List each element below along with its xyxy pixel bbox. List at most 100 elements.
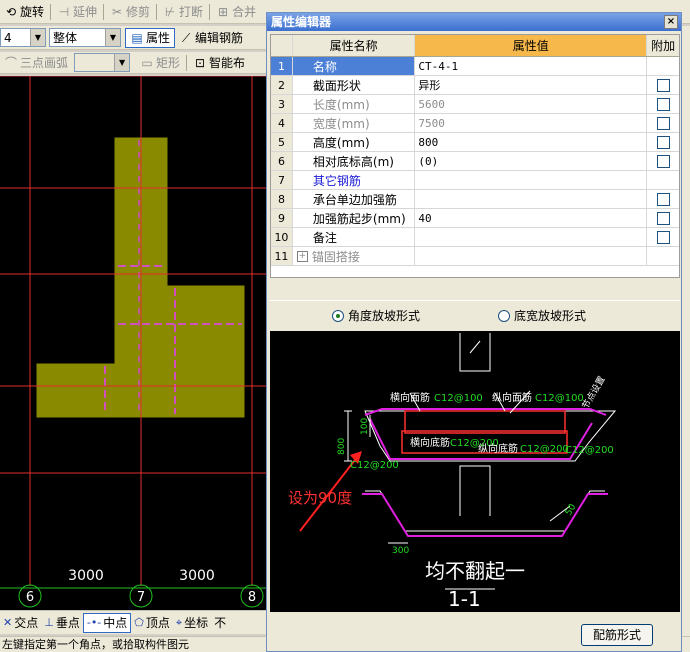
rebar-config-button[interactable]: 配筋形式	[581, 624, 653, 646]
break-button[interactable]: ⊬ 打断	[159, 2, 207, 22]
extend-icon: ⊣	[58, 4, 70, 19]
extra-checkbox[interactable]	[656, 135, 670, 149]
floor-combo[interactable]: 4 ▼	[0, 28, 46, 47]
property-icon: ▤	[131, 30, 143, 45]
extra-checkbox[interactable]	[656, 154, 670, 168]
property-button[interactable]: ▤ 属性	[125, 27, 176, 48]
snap-midpoint[interactable]: -•- 中点	[82, 612, 132, 633]
table-row[interactable]: 8 承台单边加强筋	[271, 190, 679, 209]
chevron-down-icon: ▼	[30, 29, 45, 46]
extra-checkbox[interactable]	[656, 97, 670, 111]
property-value-cell[interactable]: 异形	[415, 76, 648, 94]
axis-label: 8	[248, 590, 256, 605]
intersection-icon: ✕	[3, 616, 13, 629]
section-label: 1-1	[448, 587, 481, 611]
radio-angle-slope[interactable]: 角度放坡形式	[332, 307, 420, 324]
vertex-icon: ⬠	[134, 616, 144, 629]
snap-toolbar: ✕ 交点 ⊥ 垂点 -•- 中点 ⬠ 顶点 ⌖ 坐标 不	[0, 610, 268, 634]
arc-combo[interactable]: ▼	[74, 53, 131, 72]
radio-width-slope[interactable]: 底宽放坡形式	[498, 307, 586, 324]
midpoint-icon: -•-	[86, 616, 102, 629]
expand-icon[interactable]: +	[296, 250, 308, 262]
trim-icon: ✂	[112, 4, 123, 19]
extra-checkbox[interactable]	[656, 230, 670, 244]
radio-selected-icon	[332, 309, 344, 322]
axis-label: 6	[26, 590, 34, 605]
preview-label: 纵向面筋	[492, 391, 532, 404]
table-row[interactable]: 1 名称 CT-4-1	[271, 57, 679, 76]
table-row[interactable]: 7 其它钢筋	[271, 171, 679, 190]
rotate-icon: ⟲	[5, 4, 17, 19]
preview-label: C12@100	[434, 393, 483, 404]
toolbar-separator	[103, 3, 105, 20]
extra-checkbox[interactable]	[656, 211, 670, 225]
property-value-cell[interactable]	[415, 247, 648, 265]
property-value-cell[interactable]: 7500	[415, 114, 648, 132]
preview-label: 节点设置	[580, 374, 608, 411]
property-value-cell[interactable]: 5600	[415, 95, 648, 113]
rect-icon: ▭	[141, 55, 153, 70]
property-value-cell[interactable]: (0)	[415, 152, 648, 170]
preview-dim: 50	[564, 502, 579, 517]
property-value-cell[interactable]	[415, 171, 648, 189]
snap-intersection[interactable]: ✕ 交点	[0, 613, 41, 633]
table-row[interactable]: 6 相对底标高(m) (0)	[271, 152, 679, 171]
header-name: 属性名称	[293, 35, 416, 56]
extra-checkbox[interactable]	[656, 116, 670, 130]
snap-vertex[interactable]: ⬠ 顶点	[131, 613, 173, 633]
table-row[interactable]: 5 高度(mm) 800	[271, 133, 679, 152]
snap-other[interactable]: 不	[211, 613, 229, 633]
smart-layout-button[interactable]: ⊡ 智能布	[189, 53, 249, 73]
extra-checkbox[interactable]	[656, 78, 670, 92]
cad-drawing: 3000 3000 6 7 8	[0, 76, 268, 608]
toolbar-separator	[186, 54, 188, 71]
preview-dim: 800	[337, 438, 347, 455]
table-row[interactable]: 2 截面形状 异形	[271, 76, 679, 95]
preview-label: C12@200	[565, 445, 614, 456]
perpendicular-icon: ⊥	[44, 616, 54, 629]
edit-rebar-button[interactable]: ⟋ 编辑钢筋	[175, 28, 247, 48]
snap-perpendicular[interactable]: ⊥ 垂点	[41, 613, 83, 633]
table-row[interactable]: 11 + 锚固搭接	[271, 247, 679, 266]
extra-checkbox[interactable]	[656, 192, 670, 206]
table-row[interactable]: 10 备注	[271, 228, 679, 247]
header-value: 属性值	[415, 35, 648, 56]
property-editor-dialog: 属性编辑器 × 属性名称 属性值 附加 1 名称 CT-4-1 2 截面形状 异…	[266, 12, 682, 652]
merge-icon: ⊞	[218, 4, 229, 19]
toolbar-separator	[209, 3, 211, 20]
table-row[interactable]: 9 加强筋起步(mm) 40	[271, 209, 679, 228]
rotate-button[interactable]: ⟲ 旋转	[0, 2, 48, 22]
preview-label: 纵向底筋	[478, 442, 518, 455]
table-row[interactable]: 3 长度(mm) 5600	[271, 95, 679, 114]
component-combo[interactable]: 整体 ▼	[49, 28, 121, 47]
break-icon: ⊬	[164, 4, 176, 19]
dialog-title: 属性编辑器	[271, 15, 332, 29]
rect-button[interactable]: ▭ 矩形	[136, 53, 184, 73]
close-icon: ×	[666, 16, 676, 27]
preview-label: C12@100	[535, 393, 584, 404]
dialog-title-bar[interactable]: 属性编辑器 ×	[267, 13, 681, 31]
radio-unselected-icon	[498, 309, 511, 322]
section-drawing: 横向面筋 C12@100 纵向面筋 C12@100 横向底筋 C12@200 纵…	[288, 333, 617, 611]
extend-button[interactable]: ⊣ 延伸	[53, 2, 101, 22]
property-value-cell[interactable]: 40	[415, 209, 648, 227]
preview-caption: 均不翻起一	[425, 559, 525, 583]
property-value-cell[interactable]	[415, 228, 648, 246]
snap-coordinate[interactable]: ⌖ 坐标	[173, 613, 211, 633]
chevron-down-icon: ▼	[114, 54, 130, 71]
smart-layout-icon: ⊡	[195, 55, 206, 70]
close-button[interactable]: ×	[664, 15, 678, 29]
section-preview: 横向面筋 C12@100 纵向面筋 C12@100 横向底筋 C12@200 纵…	[270, 331, 680, 612]
cad-canvas[interactable]: 3000 3000 6 7 8	[0, 76, 268, 610]
merge-button[interactable]: ⊞ 合并	[212, 2, 260, 22]
slope-mode-radio-group: 角度放坡形式 底宽放坡形式	[270, 300, 680, 330]
table-row[interactable]: 4 宽度(mm) 7500	[271, 114, 679, 133]
property-value-cell[interactable]: 800	[415, 133, 648, 151]
header-index	[271, 35, 293, 56]
coordinate-icon: ⌖	[175, 615, 183, 629]
trim-button[interactable]: ✂ 修剪	[106, 2, 154, 22]
preview-dim: 100	[360, 418, 370, 435]
property-value-cell[interactable]: CT-4-1	[415, 57, 648, 75]
property-value-cell[interactable]	[415, 190, 648, 208]
arc-button[interactable]: ⌒ 三点画弧	[0, 53, 72, 73]
